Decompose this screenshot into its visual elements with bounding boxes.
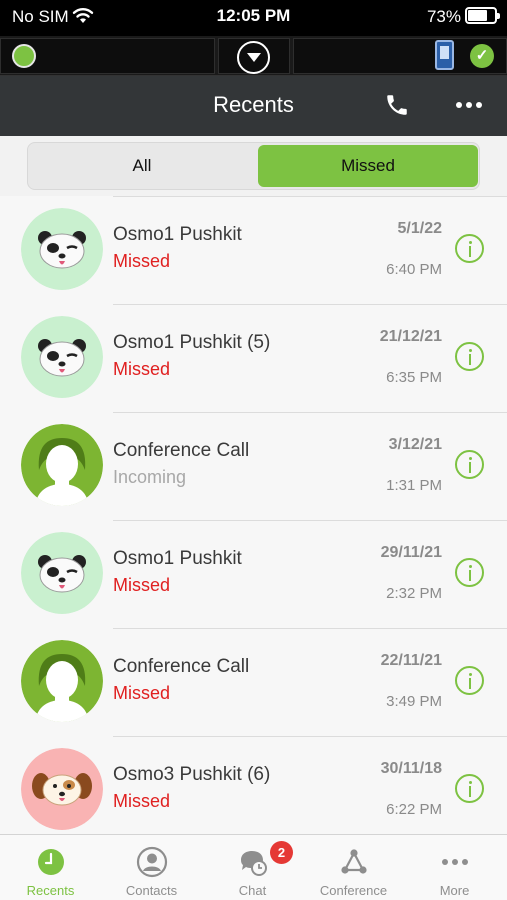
tab-bar: Recents Contacts Chat 2 Conference More — [0, 834, 507, 900]
recent-call-row[interactable]: Osmo1 Pushkit Missed 29/11/21 2:32 PM — [0, 520, 507, 628]
recent-call-row[interactable]: Conference Call Incoming 3/12/21 1:31 PM — [0, 412, 507, 520]
call-status: Missed — [113, 791, 171, 811]
call-time: 6:22 PM — [386, 801, 442, 818]
check-icon: ✓ — [470, 44, 494, 68]
row-divider — [113, 412, 507, 413]
call-time: 1:31 PM — [386, 477, 442, 494]
contact-name: Osmo1 Pushkit — [113, 548, 242, 569]
contact-name: Conference Call — [113, 656, 250, 677]
chat-icon — [241, 851, 267, 876]
tab-label: Contacts — [125, 883, 178, 898]
person-icon — [136, 846, 168, 878]
call-date: 3/12/21 — [388, 436, 442, 453]
call-time: 6:40 PM — [386, 261, 442, 278]
chevron-down-icon[interactable] — [237, 41, 270, 74]
tab-recents[interactable]: Recents — [0, 835, 101, 900]
tab-label: Chat — [238, 883, 267, 898]
call-date: 30/11/18 — [380, 760, 442, 777]
row-divider — [113, 736, 507, 737]
more-icon — [442, 859, 468, 865]
call-status: Missed — [113, 251, 171, 271]
call-date: 5/1/22 — [397, 220, 442, 237]
presence-status-icon[interactable] — [12, 44, 36, 68]
row-divider — [113, 520, 507, 521]
panda-avatar — [21, 532, 103, 614]
info-icon[interactable] — [455, 342, 484, 371]
info-icon[interactable] — [455, 774, 484, 803]
row-divider — [113, 628, 507, 629]
segment-missed[interactable]: Missed — [258, 145, 478, 187]
info-icon[interactable] — [455, 450, 484, 479]
call-date: 29/11/21 — [380, 544, 442, 561]
navigation-bar: Recents — [0, 76, 507, 136]
row-divider — [113, 304, 507, 305]
call-time: 2:32 PM — [386, 585, 442, 602]
tab-label: Conference — [319, 883, 388, 898]
battery-icon — [465, 7, 500, 24]
tab-contacts[interactable]: Contacts — [101, 835, 202, 900]
status-toolbar: ✓ — [0, 36, 507, 76]
contact-name: Osmo1 Pushkit (5) — [113, 332, 271, 353]
puppy-avatar — [21, 748, 103, 830]
call-date: 21/12/21 — [379, 328, 442, 345]
recents-list: Osmo1 Pushkit Missed 5/1/22 6:40 PM Osmo1 Pu… — [0, 196, 507, 834]
call-status: Missed — [113, 683, 171, 703]
info-icon[interactable] — [455, 558, 484, 587]
recent-call-row[interactable]: Osmo3 Pushkit (6) Missed 30/11/18 6:22 PM — [0, 736, 507, 834]
call-status: Missed — [113, 575, 171, 595]
info-icon[interactable] — [455, 666, 484, 695]
conference-icon — [341, 849, 367, 874]
contact-name: Osmo1 Pushkit — [113, 224, 242, 245]
tab-label: More — [439, 883, 470, 898]
clock-icon — [38, 849, 64, 875]
recent-call-row[interactable]: Conference Call Missed 22/11/21 3:49 PM — [0, 628, 507, 736]
battery-percentage: 73% — [426, 7, 461, 26]
recent-call-row[interactable]: Osmo1 Pushkit (5) Missed 21/12/21 6:35 PM — [0, 304, 507, 412]
panda-avatar — [21, 208, 103, 290]
chat-unread-badge: 2 — [270, 841, 293, 864]
tab-more[interactable]: More — [404, 835, 505, 900]
battery-level — [468, 10, 487, 21]
status-bar: No SIM 12:05 PM 73% — [0, 0, 507, 36]
call-status: Incoming — [113, 467, 187, 487]
recent-call-row[interactable]: Osmo1 Pushkit Missed 5/1/22 6:40 PM — [0, 196, 507, 304]
call-time: 6:35 PM — [386, 369, 442, 386]
segment-all[interactable]: All — [28, 143, 256, 189]
call-time: 3:49 PM — [386, 693, 442, 710]
mobile-device-icon[interactable] — [435, 40, 454, 70]
info-icon[interactable] — [455, 234, 484, 263]
page-title: Recents — [213, 92, 294, 117]
contact-name: Conference Call — [113, 440, 250, 461]
row-divider — [113, 196, 507, 197]
panda-avatar — [21, 316, 103, 398]
call-status: Missed — [113, 359, 171, 379]
person-avatar — [21, 640, 103, 722]
contact-name: Osmo3 Pushkit (6) — [113, 764, 271, 785]
call-date: 22/11/21 — [380, 652, 442, 669]
more-options-icon[interactable] — [456, 102, 482, 110]
phone-icon[interactable] — [384, 92, 410, 118]
person-avatar — [21, 424, 103, 506]
tab-conference[interactable]: Conference — [303, 835, 404, 900]
tab-label: Recents — [26, 883, 75, 898]
filter-segmented-control: All Missed — [27, 142, 480, 190]
